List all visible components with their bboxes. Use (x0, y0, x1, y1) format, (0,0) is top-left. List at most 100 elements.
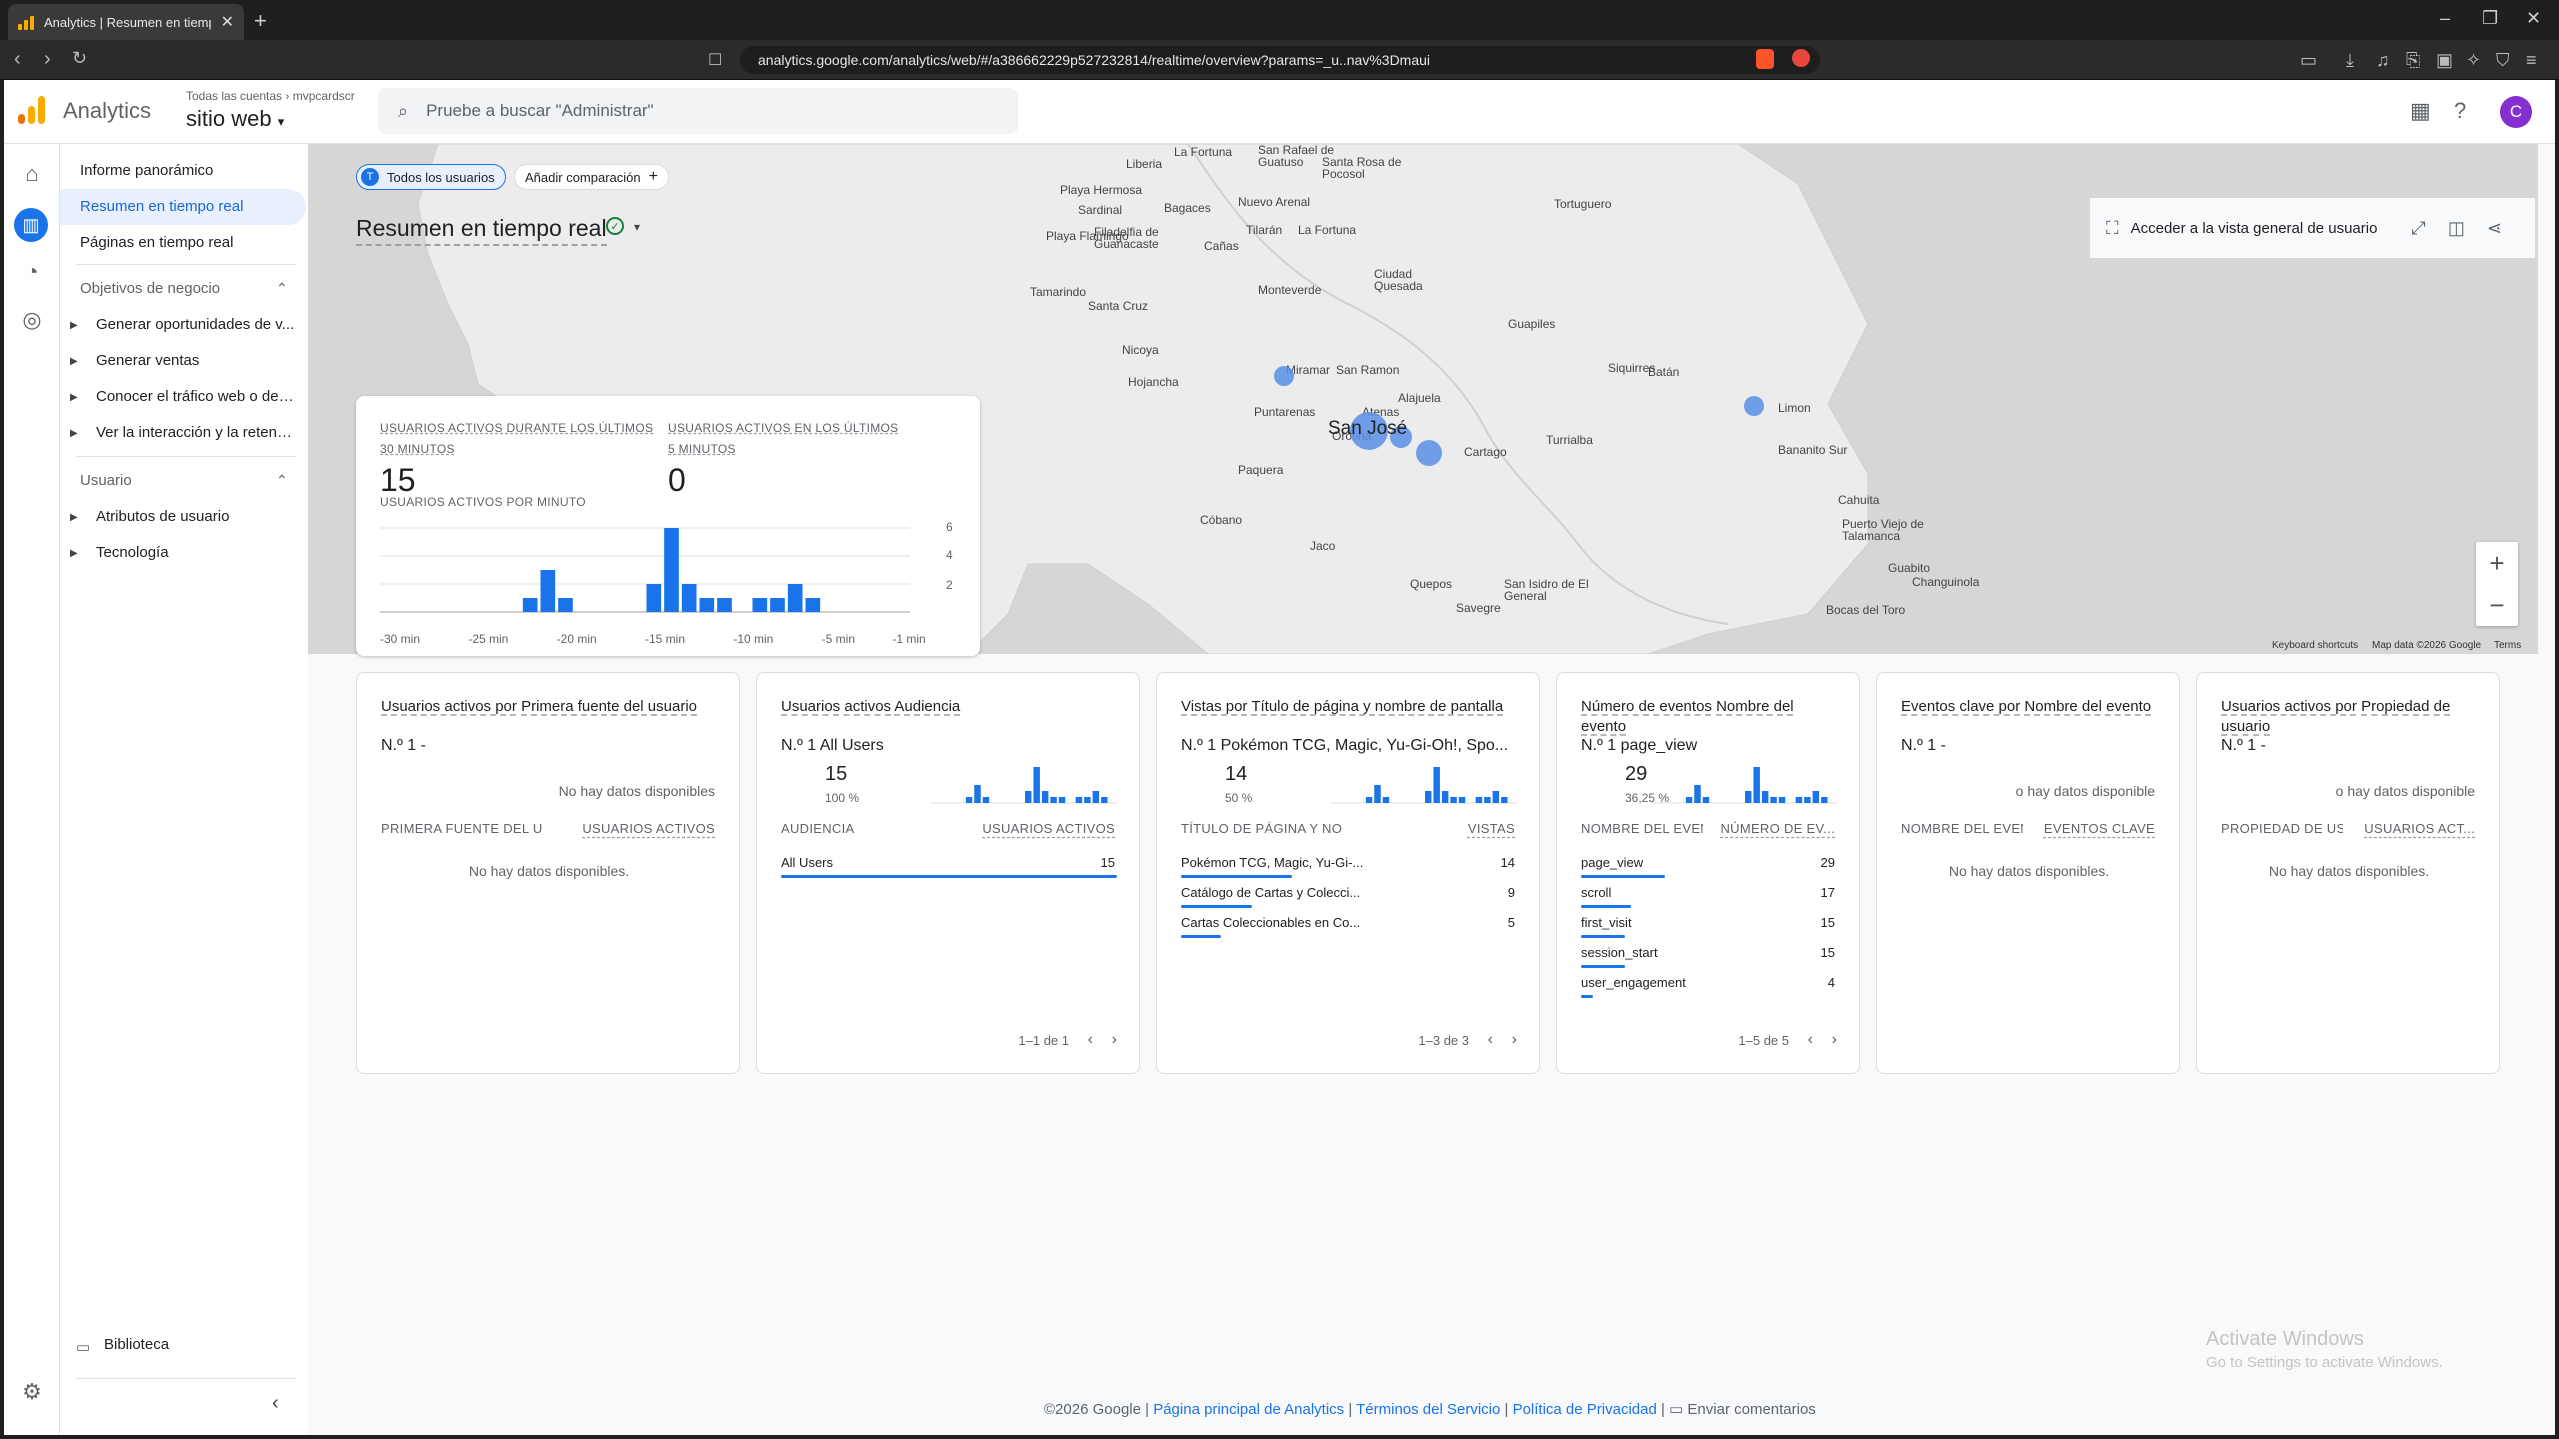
brave-rewards-icon[interactable] (1792, 49, 1810, 67)
back-icon[interactable]: ‹ (14, 48, 21, 71)
forward-icon[interactable]: › (44, 48, 51, 71)
minute-bar[interactable] (681, 584, 697, 612)
card-title[interactable]: Eventos clave por Nombre del evento (1901, 697, 2157, 717)
footer-link-privacy[interactable]: Política de Privacidad (1513, 1401, 1657, 1418)
card-title[interactable]: Usuarios activos Audiencia (781, 697, 1117, 717)
terms-link[interactable]: Terms (2494, 640, 2521, 651)
minute-bar[interactable] (787, 584, 803, 612)
collapse-nav-icon[interactable]: ‹ (272, 1392, 279, 1415)
close-tab-icon[interactable]: ✕ (221, 12, 234, 32)
table-row-label[interactable]: page_view (1581, 855, 1643, 870)
minute-bar[interactable] (558, 598, 573, 612)
home-icon[interactable]: ⌂ (18, 160, 46, 188)
nav-sub-item[interactable]: Atributos de usuario (96, 508, 296, 525)
prev-page-icon[interactable]: ‹ (1488, 1031, 1493, 1049)
nav-library[interactable]: Biblioteca (104, 1336, 169, 1353)
card-metric[interactable]: Usuarios activos (781, 698, 891, 715)
next-page-icon[interactable]: › (1112, 1031, 1117, 1049)
table-row-label[interactable]: session_start (1581, 945, 1658, 960)
map-dot[interactable] (1416, 440, 1442, 466)
minute-bar[interactable] (522, 598, 538, 612)
card-col-header[interactable]: USUARIOS ACTIVOS (982, 821, 1115, 836)
table-row-label[interactable]: Pokémon TCG, Magic, Yu-Gi-... (1181, 855, 1363, 870)
minute-bar[interactable] (805, 598, 821, 612)
minute-bar[interactable] (699, 598, 715, 612)
footer-link-terms[interactable]: Términos del Servicio (1356, 1401, 1500, 1418)
card-col-header[interactable]: USUARIOS ACTIVOS (582, 821, 715, 836)
avatar[interactable]: C (2500, 96, 2532, 128)
bookmark-icon[interactable]: ☐ (708, 50, 722, 70)
card-col-header[interactable]: EVENTOS CLAVE (2044, 821, 2155, 836)
property-selector[interactable]: sitio web ▾ (186, 106, 284, 132)
card-dimension[interactable]: Audiencia (894, 698, 960, 715)
close-window-icon[interactable]: ✕ (2526, 8, 2541, 29)
card-col-header[interactable]: NOMBRE DEL EVEN... (1581, 821, 1703, 836)
table-row-label[interactable]: scroll (1581, 885, 1611, 900)
prev-page-icon[interactable]: ‹ (1088, 1031, 1093, 1049)
new-tab-icon[interactable]: + (254, 8, 267, 34)
add-comparison-button[interactable]: Añadir comparación + (514, 164, 669, 190)
minimize-icon[interactable]: – (2440, 8, 2450, 29)
help-icon[interactable]: ? (2454, 98, 2466, 124)
media-icon[interactable]: ♫ (2376, 50, 2390, 71)
card-dimension[interactable]: Título de página y nombre de pantalla (1251, 698, 1503, 715)
fullscreen-icon[interactable]: ⤢ (2411, 218, 2425, 239)
compare-columns-icon[interactable]: ◫ (2448, 218, 2465, 239)
card-metric[interactable]: Usuarios activos por (2221, 698, 2357, 715)
card-title[interactable]: Número de eventos Nombre del evento (1581, 697, 1837, 737)
card-title[interactable]: Vistas por Título de página y nombre de … (1181, 697, 1517, 717)
sidebar-toggle-icon[interactable]: ▭ (2300, 50, 2317, 71)
card-col-header[interactable]: AUDIENCIA (781, 821, 855, 836)
card-title[interactable]: Usuarios activos por Primera fuente del … (381, 697, 717, 717)
table-row-label[interactable]: first_visit (1581, 915, 1632, 930)
settings-gear-icon[interactable]: ⚙ (18, 1378, 46, 1406)
leo-icon[interactable]: ✧ (2466, 50, 2481, 71)
card-col-header[interactable]: NOMBRE DEL EVEN... (1901, 821, 2023, 836)
nav-sub-item[interactable]: Ver la interacción y la retenci... (96, 424, 296, 441)
maximize-icon[interactable]: ❐ (2482, 8, 2498, 29)
download-icon[interactable]: ⤓ (2346, 50, 2354, 71)
browser-tab[interactable]: Analytics | Resumen en tiempo real ✕ (8, 4, 244, 40)
prev-page-icon[interactable]: ‹ (1808, 1031, 1813, 1049)
search-input[interactable]: ⌕ Pruebe a buscar "Administrar" (378, 88, 1018, 134)
zoom-out-button[interactable]: − (2476, 584, 2518, 626)
table-row-label[interactable]: All Users (781, 855, 833, 870)
card-col-header[interactable]: USUARIOS ACT... (2364, 821, 2475, 836)
account-breadcrumb[interactable]: Todas las cuentas › mvpcardscr (186, 89, 355, 103)
nav-sub-item[interactable]: Generar ventas (96, 352, 296, 369)
minute-bar[interactable] (540, 570, 556, 612)
caret-down-icon[interactable]: ▾ (634, 220, 640, 234)
menu-icon[interactable]: ≡ (2526, 50, 2537, 71)
card-metric[interactable]: Usuarios activos por (381, 698, 517, 715)
feedback-link[interactable]: Enviar comentarios (1687, 1401, 1815, 1418)
nav-sub-item[interactable]: Conocer el tráfico web o de a... (96, 388, 296, 405)
user-view-link[interactable]: Acceder a la vista general de usuario (2131, 220, 2378, 237)
card-col-header[interactable]: VISTAS (1468, 821, 1515, 836)
nav-item-realtime[interactable]: Resumen en tiempo real (80, 198, 243, 215)
minute-bar[interactable] (770, 598, 785, 612)
footer-link-analytics[interactable]: Página principal de Analytics (1153, 1401, 1344, 1418)
extensions-icon[interactable]: ⎘ (2406, 50, 2420, 71)
per-minute-bar-chart[interactable] (380, 518, 960, 622)
table-row-label[interactable]: Cartas Coleccionables en Co... (1181, 915, 1360, 930)
card-col-header[interactable]: TÍTULO DE PÁGINA Y NOM... (1181, 821, 1343, 836)
card-title[interactable]: Usuarios activos por Propiedad de usuari… (2221, 697, 2477, 737)
apps-grid-icon[interactable]: ▦ (2410, 98, 2431, 124)
nav-section-business[interactable]: Objetivos de negocio (80, 280, 220, 297)
share-icon[interactable]: ⋖ (2487, 218, 2502, 239)
zoom-in-button[interactable]: + (2476, 542, 2518, 584)
nav-item-overview[interactable]: Informe panorámico (80, 162, 213, 179)
table-row-label[interactable]: Catálogo de Cartas y Colecci... (1181, 885, 1360, 900)
next-page-icon[interactable]: › (1512, 1031, 1517, 1049)
card-metric[interactable]: Vistas por (1181, 698, 1247, 715)
map-dot[interactable] (1744, 396, 1764, 416)
analytics-logo-icon[interactable] (18, 96, 45, 124)
minute-bar[interactable] (717, 598, 732, 612)
card-col-header[interactable]: PRIMERA FUENTE DEL US... (381, 821, 543, 836)
segment-chip-all-users[interactable]: T Todos los usuarios (356, 164, 506, 190)
chevron-up-icon[interactable]: ⌃ (276, 472, 288, 489)
nav-sub-item[interactable]: Tecnología (96, 544, 296, 561)
card-col-header[interactable]: PROPIEDAD DE USU... (2221, 821, 2343, 836)
check-circle-icon[interactable]: ✓ (606, 217, 624, 235)
keyboard-shortcuts-link[interactable]: Keyboard shortcuts (2272, 640, 2358, 651)
